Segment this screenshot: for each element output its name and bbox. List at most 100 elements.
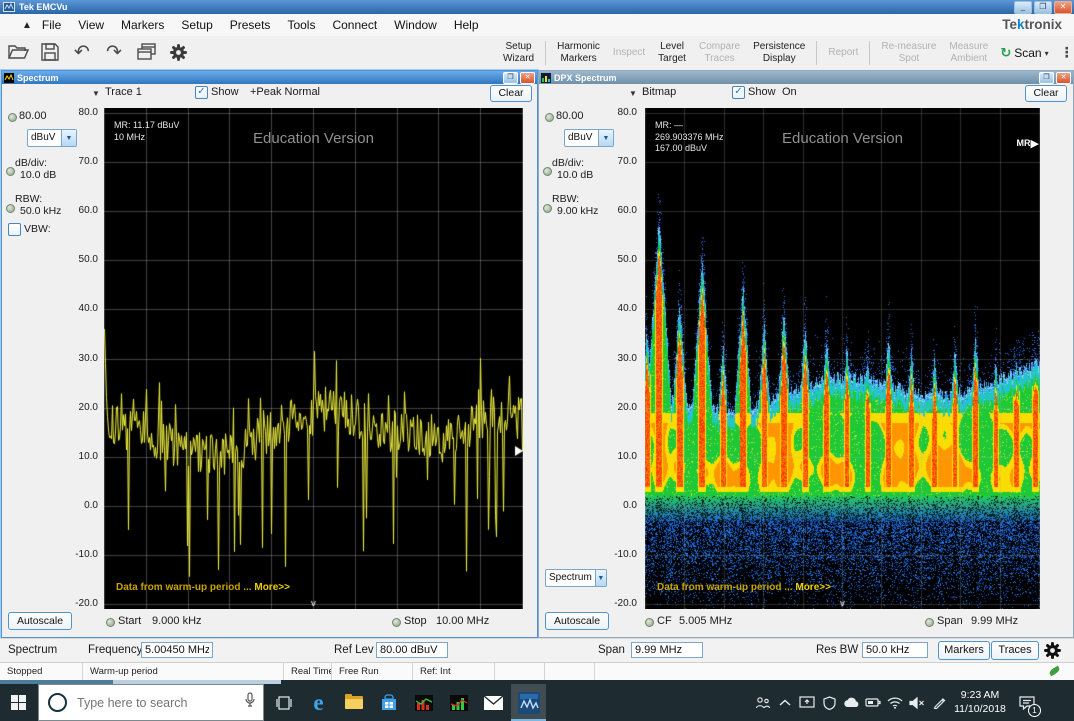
warmup-notice: Data from warm-up period ... More>>	[657, 582, 831, 593]
taskbar-search[interactable]	[38, 684, 264, 721]
toolbar-button-harmonic-markers[interactable]: HarmonicMarkers	[552, 41, 605, 65]
show-checkbox[interactable]: ✓	[195, 86, 208, 99]
trace-selector[interactable]: Bitmap	[642, 86, 676, 98]
task-view-icon[interactable]	[266, 684, 301, 721]
scan-button[interactable]: ↻ Scan ▾	[996, 46, 1052, 61]
cf-value[interactable]: 5.005 MHz	[679, 615, 732, 627]
window-restore-button[interactable]: ❐	[1034, 1, 1052, 14]
toolbar-button-persistence-display[interactable]: PersistenceDisplay	[748, 41, 810, 65]
redo-icon[interactable]: ↷	[102, 39, 126, 65]
education-watermark: Education Version	[645, 130, 1040, 147]
volume-mute-icon[interactable]	[906, 684, 928, 721]
ref-lev-input[interactable]	[376, 642, 448, 658]
autoscale-button[interactable]: Autoscale	[8, 612, 72, 630]
y-axis-label: -10.0	[595, 549, 637, 560]
pen-icon[interactable]	[928, 684, 950, 721]
traces-button[interactable]: Traces	[991, 641, 1039, 660]
clear-button[interactable]: Clear	[1025, 85, 1067, 102]
more-link[interactable]: More>>	[795, 582, 831, 593]
adjust-knob-icon[interactable]	[925, 618, 934, 627]
adjust-knob-icon[interactable]	[8, 113, 17, 122]
signal-analyzer-green-icon[interactable]	[441, 684, 476, 721]
adjust-knob-icon[interactable]	[545, 113, 554, 122]
adjust-knob-icon[interactable]	[392, 618, 401, 627]
chevron-up-icon[interactable]	[774, 684, 796, 721]
stop-value[interactable]: 10.00 MHz	[436, 615, 489, 627]
status-cell-ref-int: Ref: Int	[413, 663, 495, 681]
res-bw-input[interactable]	[862, 642, 928, 658]
menu-item-help[interactable]: Help	[454, 18, 479, 32]
res-bw-label: Res BW	[816, 644, 858, 656]
adjust-knob-icon[interactable]	[543, 167, 552, 176]
taskbar-clock[interactable]: 9:23 AM 11/10/2018	[950, 689, 1010, 715]
action-center-icon[interactable]: 1	[1010, 684, 1044, 721]
windows-start-icon[interactable]	[0, 684, 36, 721]
menu-item-file[interactable]: File	[42, 18, 61, 32]
edge-browser-icon[interactable]: e	[301, 684, 336, 721]
menu-item-markers[interactable]: Markers	[121, 18, 164, 32]
db-div-value[interactable]: 10.0 dB	[20, 169, 56, 181]
ref-level-value[interactable]: 80.00	[556, 110, 584, 122]
panel-close-button[interactable]: ✕	[520, 72, 535, 84]
vbw-checkbox[interactable]	[8, 223, 21, 236]
menu-item-presets[interactable]: Presets	[230, 18, 271, 32]
microsoft-store-icon[interactable]	[371, 684, 406, 721]
menu-item-view[interactable]: View	[78, 18, 104, 32]
menu-item-setup[interactable]: Setup	[181, 18, 212, 32]
trace-selector[interactable]: Trace 1	[105, 86, 142, 98]
wifi-icon[interactable]	[884, 684, 906, 721]
open-folder-icon[interactable]	[6, 39, 30, 65]
adjust-knob-icon[interactable]	[106, 618, 115, 627]
people-icon[interactable]	[752, 684, 774, 721]
clear-button[interactable]: Clear	[490, 85, 532, 102]
adjust-knob-icon[interactable]	[6, 204, 15, 213]
span-input[interactable]	[631, 642, 703, 658]
toolbar-separator	[545, 41, 546, 65]
collapse-arrow-icon[interactable]: ▲	[22, 20, 32, 31]
adjust-knob-icon[interactable]	[543, 204, 552, 213]
external-display-icon[interactable]	[796, 684, 818, 721]
toolbar-button-setup-wizard[interactable]: SetupWizard	[498, 41, 539, 65]
microphone-icon[interactable]	[245, 692, 255, 713]
cascade-windows-icon[interactable]	[134, 39, 158, 65]
span-value[interactable]: 9.99 MHz	[971, 615, 1018, 627]
search-input[interactable]	[75, 695, 245, 711]
mr-edge-marker[interactable]: MR▶	[1017, 138, 1039, 148]
more-link[interactable]: More>>	[254, 582, 290, 593]
save-icon[interactable]	[38, 39, 62, 65]
frequency-input[interactable]	[141, 642, 213, 658]
rbw-value[interactable]: 9.00 kHz	[557, 205, 598, 217]
tek-emcvu-icon[interactable]	[511, 684, 546, 721]
autoscale-button[interactable]: Autoscale	[545, 612, 609, 630]
panel-restore-button[interactable]: ❐	[503, 72, 518, 84]
file-explorer-icon[interactable]	[336, 684, 371, 721]
adjust-knob-icon[interactable]	[645, 618, 654, 627]
spectrum-panel-icon	[4, 73, 14, 83]
window-minimize-button[interactable]: _	[1014, 1, 1032, 14]
ref-level-value[interactable]: 80.00	[19, 110, 47, 122]
signal-analyzer-red-icon[interactable]	[406, 684, 441, 721]
panel-close-button[interactable]: ✕	[1056, 72, 1071, 84]
undo-icon[interactable]: ↶	[70, 39, 94, 65]
spectrum-canvas[interactable]	[104, 108, 523, 609]
mail-icon[interactable]	[476, 684, 511, 721]
defender-shield-icon[interactable]	[818, 684, 840, 721]
onedrive-cloud-icon[interactable]	[840, 684, 862, 721]
db-div-value[interactable]: 10.0 dB	[557, 169, 593, 181]
start-value[interactable]: 9.000 kHz	[152, 615, 202, 627]
settings-gear-icon[interactable]	[166, 39, 190, 65]
toolbar-button-compare-traces: CompareTraces	[694, 41, 745, 65]
toolbar-button-level-target[interactable]: LevelTarget	[653, 41, 691, 65]
menu-item-tools[interactable]: Tools	[287, 18, 315, 32]
markers-button[interactable]: Markers	[938, 641, 990, 660]
power-plug-icon[interactable]	[862, 684, 884, 721]
window-close-button[interactable]: ✕	[1054, 1, 1072, 14]
more-vertical-icon[interactable]: ⋮	[1056, 45, 1074, 61]
dpx-canvas[interactable]	[645, 108, 1040, 609]
adjust-knob-icon[interactable]	[6, 167, 15, 176]
menu-item-window[interactable]: Window	[394, 18, 437, 32]
panel-restore-button[interactable]: ❐	[1039, 72, 1054, 84]
show-checkbox[interactable]: ✓	[732, 86, 745, 99]
status-cell-stopped: Stopped	[0, 663, 83, 681]
menu-item-connect[interactable]: Connect	[332, 18, 377, 32]
